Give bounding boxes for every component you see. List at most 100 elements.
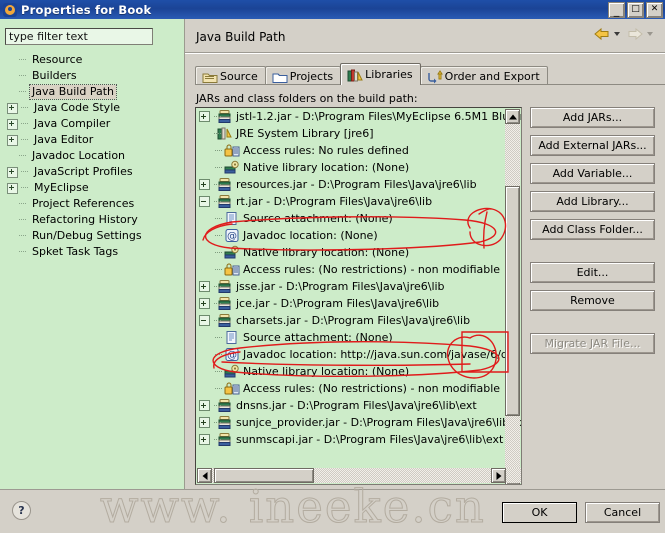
add-variable-button[interactable]: Add Variable... xyxy=(530,163,655,184)
back-menu-chevron-down-icon[interactable] xyxy=(614,32,620,36)
tree-connector xyxy=(18,212,29,228)
add-jars-button[interactable]: Add JARs... xyxy=(530,107,655,128)
tree-row[interactable]: dnsns.jar - D:\Program Files\Java\jre6\l… xyxy=(196,397,521,414)
sidebar-item-label: Java Build Path xyxy=(28,84,118,100)
tree-row[interactable]: Access rules: (No restrictions) - non mo… xyxy=(196,261,521,278)
tree-row[interactable]: Source attachment: (None) xyxy=(196,210,521,227)
sidebar-item-run-debug-settings[interactable]: Run/Debug Settings xyxy=(7,228,182,244)
expand-icon[interactable] xyxy=(7,134,18,146)
window-title: Properties for Book xyxy=(21,2,152,17)
horizontal-scrollbar[interactable] xyxy=(197,468,521,483)
tree-row-label: Access rules: No rules defined xyxy=(243,143,409,157)
expand-icon[interactable] xyxy=(7,182,18,194)
close-button[interactable]: ✕ xyxy=(646,2,663,18)
tree-row[interactable]: @ Javadoc location: http://java.sun.com/j… xyxy=(196,346,521,363)
scroll-up-button[interactable] xyxy=(505,109,520,124)
sidebar-item-java-build-path[interactable]: Java Build Path xyxy=(7,84,182,100)
tree-row[interactable]: Native library location: (None) xyxy=(196,244,521,261)
tree-row[interactable]: rt.jar - D:\Program Files\Java\jre6\lib xyxy=(196,193,521,210)
expand-icon[interactable] xyxy=(7,118,18,130)
close-icon: ✕ xyxy=(650,4,659,14)
tree-row[interactable]: sunjce_provider.jar - D:\Program Files\J… xyxy=(196,414,521,431)
help-icon[interactable]: ? xyxy=(12,501,31,520)
maximize-button[interactable]: □ xyxy=(627,2,644,18)
expand-icon[interactable] xyxy=(199,400,210,411)
add-library-button[interactable]: Add Library... xyxy=(530,191,655,212)
tab-projects[interactable]: Projects xyxy=(264,66,342,85)
tree-row[interactable]: Native library location: (None) xyxy=(196,363,521,380)
tab-label: Projects xyxy=(289,69,334,83)
tree-row[interactable]: Access rules: No rules defined xyxy=(196,142,521,159)
tree-connector xyxy=(212,414,222,431)
button-label: Add Variable... xyxy=(552,167,633,180)
add-class-folder-button[interactable]: Add Class Folder... xyxy=(530,219,655,240)
expand-icon[interactable] xyxy=(199,111,210,122)
collapse-icon[interactable] xyxy=(199,315,210,326)
libraries-list[interactable]: jstl-1.2.jar - D:\Program Files\MyEclips… xyxy=(195,107,522,485)
access-rules-icon xyxy=(224,143,240,158)
sidebar-item-project-references[interactable]: Project References xyxy=(7,196,182,212)
tree-row[interactable]: JRE System Library [jre6] xyxy=(196,125,521,142)
vertical-scroll-thumb[interactable] xyxy=(505,186,520,416)
tab-order-and-export[interactable]: Order and Export xyxy=(419,66,548,85)
scroll-right-button[interactable] xyxy=(491,468,506,483)
tab-libraries[interactable]: Libraries xyxy=(340,63,421,85)
sidebar-item-refactoring-history[interactable]: Refactoring History xyxy=(7,212,182,228)
sidebar-item-java-editor[interactable]: Java Editor xyxy=(7,132,182,148)
maximize-icon: □ xyxy=(631,4,640,14)
tree-row[interactable]: jstl-1.2.jar - D:\Program Files\MyEclips… xyxy=(196,108,521,125)
tree-connector xyxy=(213,159,224,176)
svg-text:@: @ xyxy=(227,231,237,242)
sidebar-item-myeclipse[interactable]: MyEclipse xyxy=(7,180,182,196)
tab-label: Order and Export xyxy=(444,69,540,83)
expand-icon[interactable] xyxy=(7,102,18,114)
button-label: Remove xyxy=(570,294,615,307)
sidebar-item-javadoc-location[interactable]: Javadoc Location xyxy=(7,148,182,164)
sidebar-item-spket-task-tags[interactable]: Spket Task Tags xyxy=(7,244,182,260)
tree-row[interactable]: @ Javadoc location: (None) xyxy=(196,227,521,244)
tree-row[interactable]: sunmscapi.jar - D:\Program Files\Java\jr… xyxy=(196,431,521,448)
page-header: Java Build Path xyxy=(185,19,665,54)
tree-connector xyxy=(213,210,224,227)
tree-row[interactable]: Native library location: (None) xyxy=(196,159,521,176)
sidebar-item-resource[interactable]: Resource xyxy=(7,52,182,68)
ok-button[interactable]: OK xyxy=(502,502,577,523)
scroll-left-button[interactable] xyxy=(197,468,212,483)
cancel-button[interactable]: Cancel xyxy=(585,502,660,523)
expand-icon[interactable] xyxy=(199,281,210,292)
tree-row[interactable]: Access rules: (No restrictions) - non mo… xyxy=(196,380,521,397)
horizontal-scroll-thumb[interactable] xyxy=(214,468,314,483)
tree-row[interactable]: Source attachment: (None) xyxy=(196,329,521,346)
expand-icon[interactable] xyxy=(199,434,210,445)
tree-row[interactable]: jsse.jar - D:\Program Files\Java\jre6\li… xyxy=(196,278,521,295)
sidebar-item-builders[interactable]: Builders xyxy=(7,68,182,84)
tree-row[interactable]: resources.jar - D:\Program Files\Java\jr… xyxy=(196,176,521,193)
tree-row[interactable]: charsets.jar - D:\Program Files\Java\jre… xyxy=(196,312,521,329)
back-arrow-icon[interactable] xyxy=(593,27,611,41)
forward-menu-chevron-down-icon xyxy=(647,32,653,36)
tab-label: Libraries xyxy=(365,68,413,81)
edit-button[interactable]: Edit... xyxy=(530,262,655,283)
remove-button[interactable]: Remove xyxy=(530,290,655,311)
sidebar-item-label: Refactoring History xyxy=(32,213,138,226)
expand-icon[interactable] xyxy=(199,417,210,428)
add-external-jars-button[interactable]: Add External JARs... xyxy=(530,135,655,156)
tree-row-label: Access rules: (No restrictions) - non mo… xyxy=(243,262,501,276)
sidebar-item-javascript-profiles[interactable]: JavaScript Profiles xyxy=(7,164,182,180)
expand-icon[interactable] xyxy=(7,166,18,178)
page-title: Java Build Path xyxy=(196,30,286,44)
minimize-button[interactable]: _ xyxy=(608,2,625,18)
collapse-icon[interactable] xyxy=(199,196,210,207)
vertical-scrollbar[interactable] xyxy=(505,109,520,484)
sidebar-item-java-code-style[interactable]: Java Code Style xyxy=(7,100,182,116)
button-label: Add Library... xyxy=(556,195,629,208)
library-action-buttons: Add JARs... Add External JARs... Add Varia… xyxy=(530,107,655,361)
tree-connector xyxy=(213,244,224,261)
tab-source[interactable]: Source xyxy=(195,66,266,85)
sidebar-item-java-compiler[interactable]: Java Compiler xyxy=(7,116,182,132)
search-input[interactable] xyxy=(5,28,153,45)
expand-icon[interactable] xyxy=(199,179,210,190)
expand-icon[interactable] xyxy=(199,298,210,309)
tree-row[interactable]: jce.jar - D:\Program Files\Java\jre6\lib xyxy=(196,295,521,312)
